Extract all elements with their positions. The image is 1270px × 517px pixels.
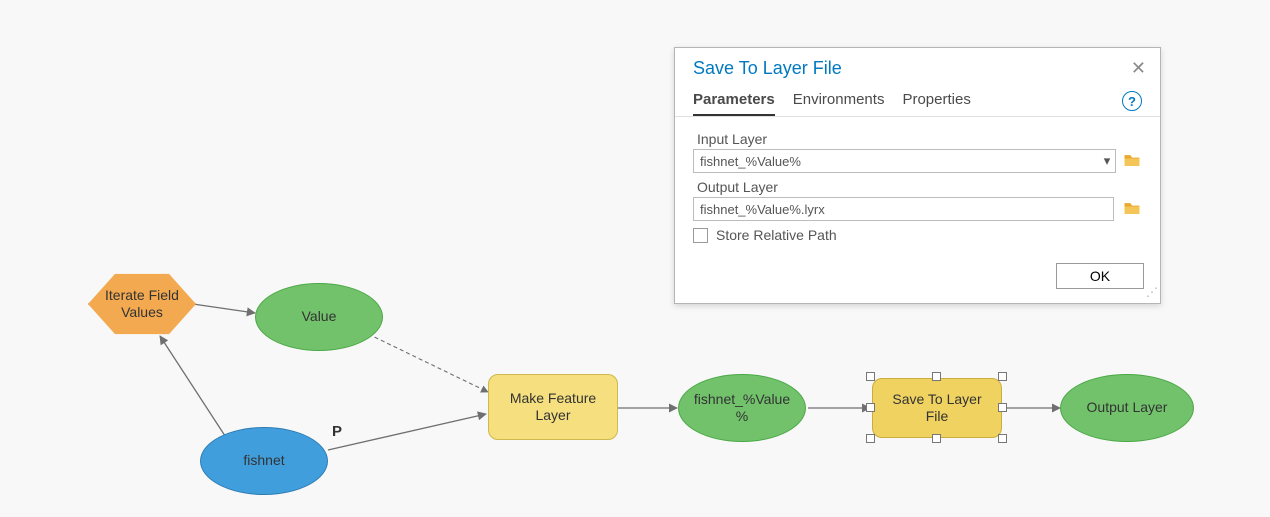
tab-properties[interactable]: Properties [902, 91, 970, 116]
output-layer-field[interactable] [693, 197, 1114, 221]
node-output-layer[interactable]: Output Layer [1060, 374, 1194, 442]
dialog-form: Input Layer ▾ Output Layer Store Relativ… [675, 117, 1160, 247]
model-builder-canvas[interactable]: Iterate Field Values Value fishnet P Mak… [0, 0, 1270, 517]
selection-handle[interactable] [866, 403, 875, 412]
selection-handle[interactable] [998, 372, 1007, 381]
browse-folder-icon[interactable] [1122, 199, 1142, 219]
browse-folder-icon[interactable] [1122, 151, 1142, 171]
ok-button[interactable]: OK [1056, 263, 1144, 289]
node-label: fishnet [243, 452, 284, 470]
selection-handle[interactable] [998, 403, 1007, 412]
dialog-tabs: Parameters Environments Properties ? [675, 85, 1160, 116]
resize-grip-icon[interactable]: ⋰ [1146, 289, 1158, 301]
selection-handle[interactable] [932, 434, 941, 443]
node-fishnet[interactable]: fishnet [200, 427, 328, 495]
node-label: fishnet_%Value % [694, 391, 790, 426]
node-label: Iterate Field Values [105, 287, 179, 322]
node-make-feature-layer[interactable]: Make Feature Layer [488, 374, 618, 440]
node-label: Save To Layer File [892, 391, 981, 426]
store-relative-path-checkbox[interactable] [693, 228, 708, 243]
close-icon[interactable]: ✕ [1131, 58, 1146, 79]
node-fishnet-value[interactable]: fishnet_%Value % [678, 374, 806, 442]
node-save-to-layer-file[interactable]: Save To Layer File [872, 378, 1002, 438]
selection-handle[interactable] [866, 434, 875, 443]
input-layer-label: Input Layer [697, 131, 1142, 147]
output-layer-label: Output Layer [697, 179, 1142, 195]
input-layer-field[interactable] [693, 149, 1116, 173]
parameter-flag: P [332, 423, 342, 440]
help-icon[interactable]: ? [1122, 91, 1142, 111]
selection-handle[interactable] [866, 372, 875, 381]
dialog-save-to-layer-file: Save To Layer File ✕ Parameters Environm… [674, 47, 1161, 304]
dialog-titlebar[interactable]: Save To Layer File ✕ [675, 48, 1160, 85]
selection-handle[interactable] [932, 372, 941, 381]
store-relative-path-label: Store Relative Path [716, 227, 837, 243]
node-label: Output Layer [1087, 399, 1168, 417]
node-label: Value [302, 308, 337, 326]
selection-handle[interactable] [998, 434, 1007, 443]
dialog-title-text: Save To Layer File [693, 58, 842, 79]
node-iterate-field-values[interactable]: Iterate Field Values [88, 272, 196, 336]
tab-environments[interactable]: Environments [793, 91, 885, 116]
tab-parameters[interactable]: Parameters [693, 91, 775, 116]
node-value[interactable]: Value [255, 283, 383, 351]
node-label: Make Feature Layer [510, 390, 596, 425]
